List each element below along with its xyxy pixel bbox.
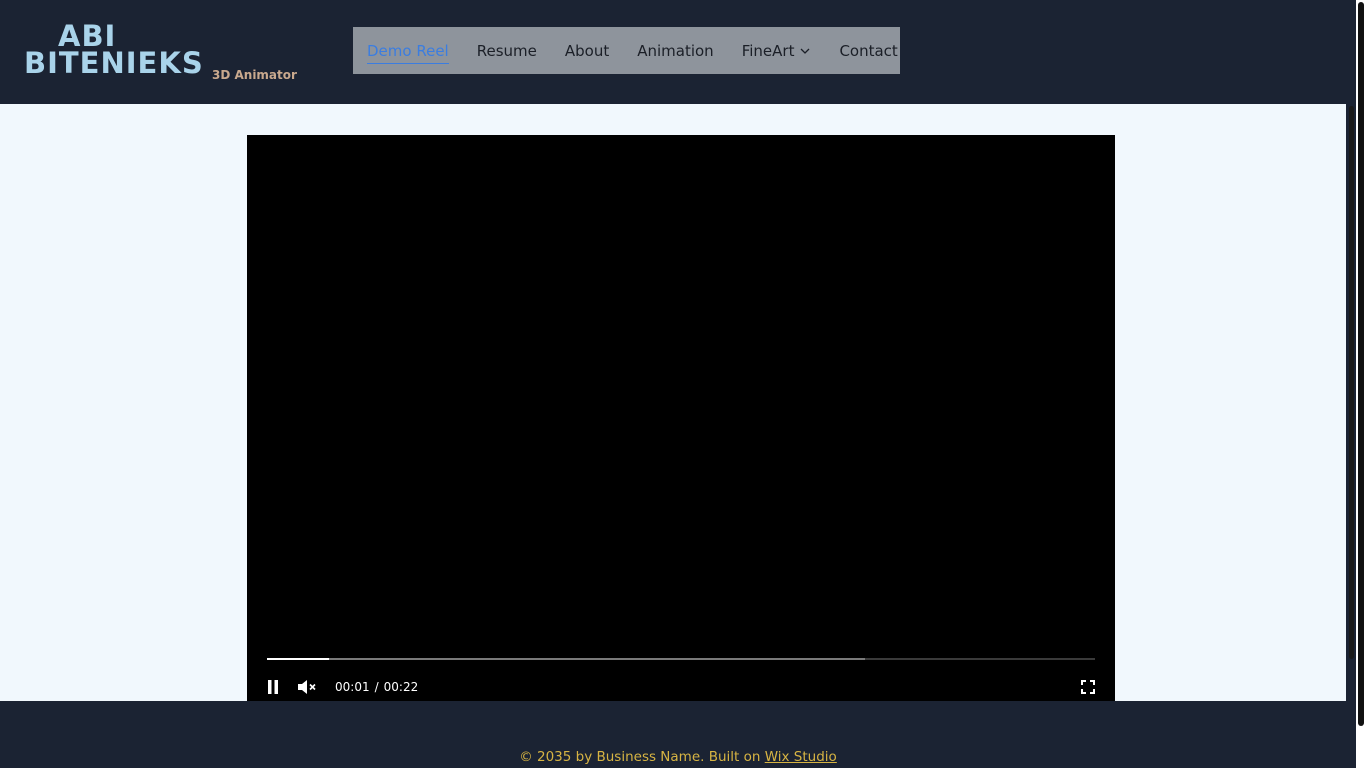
video-player[interactable]: 00:01 / 00:22	[247, 135, 1115, 701]
volume-muted-icon[interactable]	[297, 679, 317, 695]
footer-wix-link[interactable]: Wix Studio	[765, 749, 837, 765]
nav-item-demo-reel[interactable]: Demo Reel	[367, 41, 449, 64]
footer-copyright-text: © 2035 by Business Name. Built on	[519, 749, 765, 765]
footer-copyright: © 2035 by Business Name. Built on Wix St…	[0, 748, 1356, 766]
fullscreen-icon[interactable]	[1081, 680, 1095, 694]
logo-last-name: BITENIEKS	[24, 46, 204, 80]
pause-icon[interactable]	[267, 680, 279, 694]
video-time-display: 00:01 / 00:22	[335, 679, 418, 695]
site-header: ABI BITENIEKS 3D Animator Demo Reel Resu…	[0, 0, 1356, 104]
scrollbar-thumb[interactable]	[1358, 2, 1364, 726]
nav-item-resume[interactable]: Resume	[477, 41, 537, 61]
video-duration: 00:22	[383, 680, 419, 694]
nav-item-contact[interactable]: Contact	[839, 41, 897, 61]
inner-scrollbar-thumb[interactable]	[1349, 106, 1354, 659]
nav-item-animation[interactable]: Animation	[637, 41, 713, 61]
nav-item-about[interactable]: About	[565, 41, 609, 61]
video-current-time: 00:01	[335, 680, 370, 694]
main-nav: Demo Reel Resume About Animation FineArt…	[353, 27, 900, 74]
site-logo[interactable]: ABI BITENIEKS 3D Animator	[24, 20, 304, 90]
nav-item-fineart-label: FineArt	[741, 41, 795, 60]
logo-tagline: 3D Animator	[212, 68, 297, 82]
main-content: 00:01 / 00:22	[0, 104, 1346, 701]
chevron-down-icon	[800, 48, 810, 54]
video-progress-bar[interactable]	[267, 658, 1095, 660]
video-played-bar	[267, 658, 330, 660]
nav-item-fineart[interactable]: FineArt	[742, 41, 812, 61]
site-footer: © 2035 by Business Name. Built on Wix St…	[0, 701, 1356, 768]
video-time-separator: /	[374, 680, 379, 694]
video-buffer-bar	[267, 658, 865, 660]
